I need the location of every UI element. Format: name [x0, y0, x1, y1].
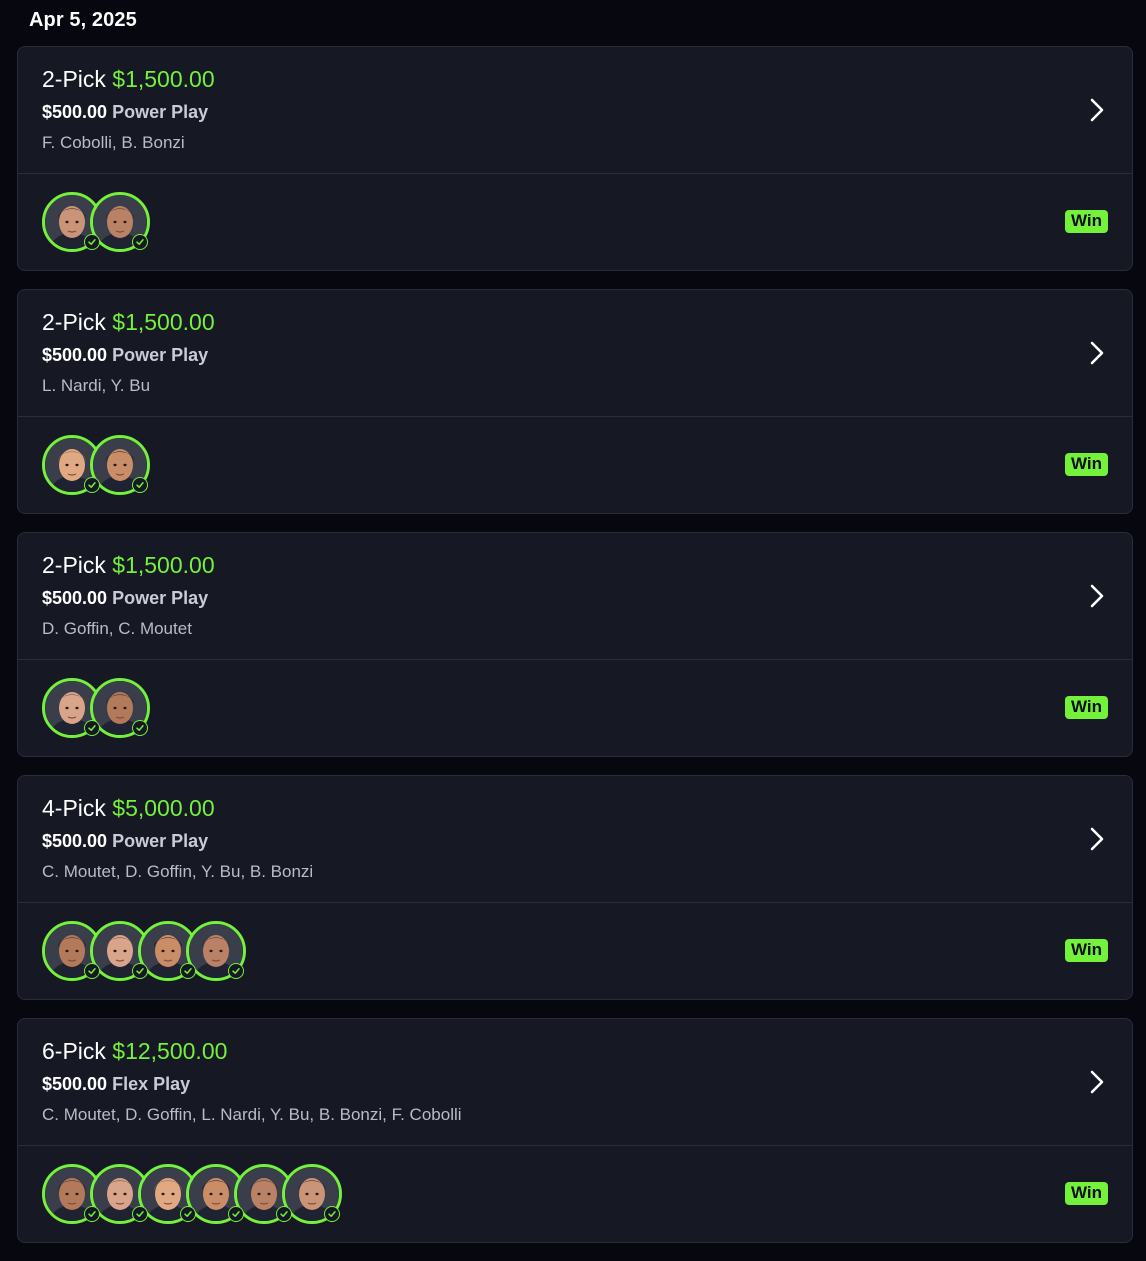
- entry-summary[interactable]: 2-Pick $1,500.00 $500.00 Power Play F. C…: [18, 47, 1132, 174]
- entry-footer: Win: [18, 174, 1132, 270]
- check-circle-icon: [84, 477, 100, 493]
- chevron-right-icon[interactable]: [1086, 97, 1108, 123]
- payout-amount: $12,500.00: [112, 1038, 228, 1064]
- entry-stake: $500.00 Power Play: [42, 588, 208, 609]
- stake-amount: $500.00: [42, 1074, 108, 1094]
- player-list: D. Goffin, C. Moutet: [42, 619, 192, 638]
- check-circle-icon: [324, 1206, 340, 1222]
- entry-footer: Win: [18, 903, 1132, 999]
- entry-card[interactable]: 2-Pick $1,500.00 $500.00 Power Play F. C…: [17, 46, 1133, 271]
- chevron-right-icon[interactable]: [1086, 340, 1108, 366]
- entry-footer: Win: [18, 1146, 1132, 1242]
- player-list: C. Moutet, D. Goffin, Y. Bu, B. Bonzi: [42, 862, 314, 881]
- entry-stake: $500.00 Power Play: [42, 831, 208, 852]
- check-circle-icon: [276, 1206, 292, 1222]
- payout-amount: $1,500.00: [112, 552, 215, 578]
- check-circle-icon: [84, 963, 100, 979]
- chevron-right-icon[interactable]: [1086, 826, 1108, 852]
- check-circle-icon: [132, 720, 148, 736]
- chevron-right-icon[interactable]: [1086, 583, 1108, 609]
- pick-count: 2-Pick: [42, 552, 106, 578]
- entries-list: 2-Pick $1,500.00 $500.00 Power Play F. C…: [17, 46, 1133, 1261]
- pick-count: 2-Pick: [42, 66, 106, 92]
- check-circle-icon: [84, 234, 100, 250]
- entry-footer: Win: [18, 417, 1132, 513]
- check-circle-icon: [180, 963, 196, 979]
- play-type: Power Play: [112, 588, 209, 608]
- entry-card[interactable]: 2-Pick $1,500.00 $500.00 Power Play L. N…: [17, 289, 1133, 514]
- payout-amount: $1,500.00: [112, 309, 215, 335]
- check-circle-icon: [132, 477, 148, 493]
- stake-amount: $500.00: [42, 345, 108, 365]
- entry-title: 6-Pick $12,500.00: [42, 1038, 227, 1065]
- play-type: Flex Play: [112, 1074, 191, 1094]
- payout-amount: $1,500.00: [112, 66, 215, 92]
- date-header: Apr 5, 2025: [29, 9, 137, 31]
- entry-summary[interactable]: 2-Pick $1,500.00 $500.00 Power Play D. G…: [18, 533, 1132, 660]
- play-type: Power Play: [112, 831, 209, 851]
- player-list: F. Cobolli, B. Bonzi: [42, 133, 185, 152]
- entry-card[interactable]: 4-Pick $5,000.00 $500.00 Power Play C. M…: [17, 775, 1133, 1000]
- entry-card[interactable]: 6-Pick $12,500.00 $500.00 Flex Play C. M…: [17, 1018, 1133, 1243]
- stake-amount: $500.00: [42, 831, 108, 851]
- entry-footer: Win: [18, 660, 1132, 756]
- result-badge: Win: [1064, 696, 1108, 719]
- entry-summary[interactable]: 6-Pick $12,500.00 $500.00 Flex Play C. M…: [18, 1019, 1132, 1146]
- entry-summary[interactable]: 4-Pick $5,000.00 $500.00 Power Play C. M…: [18, 776, 1132, 903]
- stake-amount: $500.00: [42, 102, 108, 122]
- chevron-right-icon[interactable]: [1086, 1069, 1108, 1095]
- stake-amount: $500.00: [42, 588, 108, 608]
- check-circle-icon: [132, 1206, 148, 1222]
- check-circle-icon: [84, 1206, 100, 1222]
- entry-card[interactable]: 2-Pick $1,500.00 $500.00 Power Play D. G…: [17, 532, 1133, 757]
- play-type: Power Play: [112, 345, 209, 365]
- entry-summary[interactable]: 2-Pick $1,500.00 $500.00 Power Play L. N…: [18, 290, 1132, 417]
- entry-stake: $500.00 Flex Play: [42, 1074, 190, 1095]
- play-type: Power Play: [112, 102, 209, 122]
- payout-amount: $5,000.00: [112, 795, 215, 821]
- check-circle-icon: [228, 1206, 244, 1222]
- entry-stake: $500.00 Power Play: [42, 345, 208, 366]
- pick-count: 2-Pick: [42, 309, 106, 335]
- result-badge: Win: [1064, 939, 1108, 962]
- result-badge: Win: [1064, 453, 1108, 476]
- pick-count: 4-Pick: [42, 795, 106, 821]
- pick-count: 6-Pick: [42, 1038, 106, 1064]
- entry-title: 2-Pick $1,500.00: [42, 552, 215, 579]
- entry-title: 2-Pick $1,500.00: [42, 66, 215, 93]
- check-circle-icon: [84, 720, 100, 736]
- entry-title: 4-Pick $5,000.00: [42, 795, 215, 822]
- check-circle-icon: [228, 963, 244, 979]
- result-badge: Win: [1064, 210, 1108, 233]
- check-circle-icon: [132, 963, 148, 979]
- check-circle-icon: [132, 234, 148, 250]
- player-list: L. Nardi, Y. Bu: [42, 376, 151, 395]
- entry-stake: $500.00 Power Play: [42, 102, 208, 123]
- entry-title: 2-Pick $1,500.00: [42, 309, 215, 336]
- result-badge: Win: [1064, 1182, 1108, 1205]
- check-circle-icon: [180, 1206, 196, 1222]
- player-list: C. Moutet, D. Goffin, L. Nardi, Y. Bu, B…: [42, 1105, 462, 1124]
